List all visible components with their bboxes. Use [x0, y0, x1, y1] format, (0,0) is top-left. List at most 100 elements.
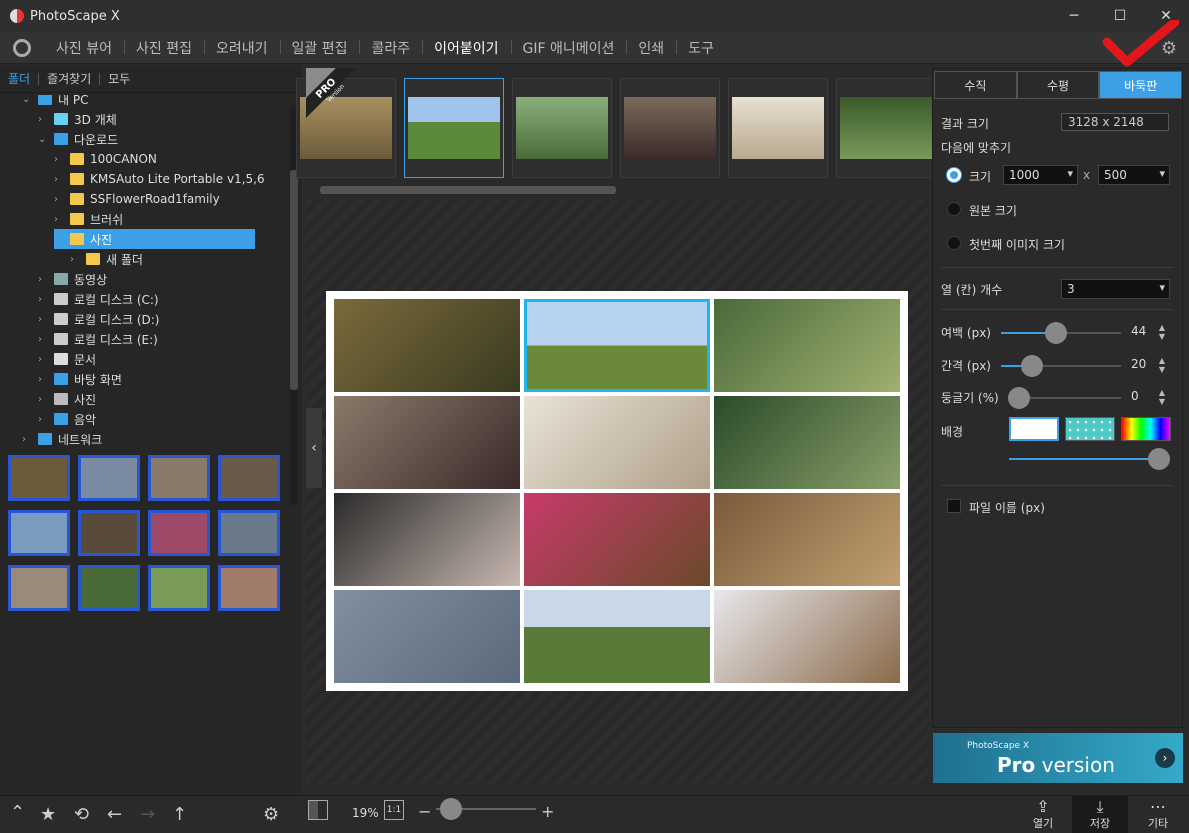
menu-print[interactable]: 인쇄 — [626, 38, 676, 58]
background-slider-knob[interactable] — [1148, 448, 1170, 470]
board-photo-cell[interactable] — [714, 299, 900, 392]
chevron-icon[interactable]: › — [54, 174, 66, 185]
chevron-icon[interactable]: › — [38, 294, 50, 305]
board-photo-cell[interactable] — [714, 396, 900, 489]
menu-photo-viewer[interactable]: 사진 뷰어 — [44, 38, 124, 58]
roundness-spin-arrows[interactable]: ▲ ▼ — [1157, 388, 1167, 406]
thumbnail[interactable] — [8, 455, 70, 501]
strip-scrollbar[interactable] — [320, 186, 616, 194]
first-image-size-radio[interactable] — [947, 236, 961, 250]
zoom-slider-knob[interactable] — [440, 798, 462, 820]
thumbnail[interactable] — [78, 510, 140, 556]
thumbnail[interactable] — [148, 455, 210, 501]
tree-item[interactable]: › 3D 개체 — [38, 109, 117, 129]
chevron-icon[interactable]: › — [54, 214, 66, 225]
original-size-radio[interactable] — [947, 202, 961, 216]
tree-item[interactable]: ⌄ 다운로드 — [38, 129, 118, 149]
roundness-slider-knob[interactable] — [1008, 387, 1030, 409]
tab-folders[interactable]: 폴더 — [0, 72, 40, 85]
star-icon[interactable]: ★ — [40, 804, 56, 825]
save-button[interactable]: ⤓ 저장 — [1072, 796, 1128, 833]
board-photo-cell[interactable] — [714, 590, 900, 683]
tree-item[interactable]: › 로컬 디스크 (E:) — [38, 329, 158, 349]
background-slider-track[interactable] — [1009, 458, 1157, 460]
columns-select[interactable]: 3 — [1061, 279, 1170, 299]
thumbnail[interactable] — [148, 510, 210, 556]
tree-item[interactable]: › 로컬 디스크 (D:) — [38, 309, 159, 329]
chevron-icon[interactable]: › — [38, 354, 50, 365]
spacing-slider-knob[interactable] — [1021, 355, 1043, 377]
thumbnail[interactable] — [8, 510, 70, 556]
spacing-value[interactable]: 20 — [1131, 357, 1146, 371]
board-photo-cell[interactable] — [334, 396, 520, 489]
open-button[interactable]: ⇪ 열기 — [1015, 796, 1071, 833]
home-icon[interactable] — [0, 38, 44, 57]
arrow-right-icon[interactable]: › — [1155, 748, 1175, 768]
strip-thumbnail[interactable] — [512, 78, 612, 178]
tree-item[interactable]: › 로컬 디스크 (C:) — [38, 289, 159, 309]
thumbnail[interactable] — [148, 565, 210, 611]
chevron-icon[interactable]: › — [38, 314, 50, 325]
strip-thumbnail[interactable] — [620, 78, 720, 178]
more-button[interactable]: ⋯ 기타 — [1130, 796, 1186, 833]
margin-value[interactable]: 44 — [1131, 324, 1146, 338]
minimize-button[interactable]: ─ — [1051, 0, 1097, 32]
tab-tile[interactable]: 바둑판 — [1099, 71, 1183, 99]
height-select[interactable]: 500 — [1098, 165, 1170, 185]
chevron-icon[interactable]: ⌄ — [38, 134, 50, 145]
board-photo-cell[interactable] — [524, 590, 710, 683]
tab-vertical[interactable]: 수직 — [934, 71, 1017, 99]
tree-item[interactable]: › 브러쉬 — [54, 209, 123, 229]
thumbnail[interactable] — [218, 565, 280, 611]
zoom-in-button[interactable]: + — [541, 802, 554, 821]
chevron-up-icon[interactable]: ⌃ — [10, 802, 25, 823]
menu-cut-out[interactable]: 오려내기 — [203, 38, 280, 58]
chevron-icon[interactable]: › — [38, 394, 50, 405]
actual-size-button[interactable]: 1:1 — [384, 800, 404, 820]
tree-item[interactable]: › 사진 — [54, 229, 255, 249]
board-photo-cell[interactable] — [524, 493, 710, 586]
arrow-up-icon[interactable]: ↑ — [172, 804, 187, 825]
chevron-icon[interactable]: › — [70, 254, 82, 265]
tab-horizontal[interactable]: 수평 — [1016, 71, 1100, 99]
margin-slider-knob[interactable] — [1045, 322, 1067, 344]
chevron-icon[interactable]: › — [38, 374, 50, 385]
settings-icon[interactable]: ⚙ — [263, 804, 279, 825]
pro-version-banner[interactable]: PhotoScape X Pro version › — [933, 733, 1183, 783]
chevron-icon[interactable]: ⌄ — [22, 95, 34, 105]
zoom-out-button[interactable]: − — [418, 802, 431, 821]
tab-favorites[interactable]: 즐겨찾기 — [39, 72, 101, 85]
collapse-left-button[interactable]: ‹ — [306, 408, 322, 488]
chevron-icon[interactable]: › — [22, 434, 34, 445]
chevron-icon[interactable]: › — [38, 274, 50, 285]
refresh-icon[interactable]: ⟲ — [74, 804, 89, 825]
board-photo-cell[interactable] — [714, 493, 900, 586]
tree-item[interactable]: › KMSAuto Lite Portable v1,5,6 — [54, 169, 265, 189]
tree-item[interactable]: › 바탕 화면 — [38, 369, 122, 389]
size-radio[interactable] — [947, 168, 961, 182]
chevron-icon[interactable]: › — [38, 414, 50, 425]
roundness-slider-track[interactable] — [1017, 397, 1121, 399]
menu-collage[interactable]: 콜라주 — [359, 38, 422, 58]
width-select[interactable]: 1000 — [1003, 165, 1078, 185]
menu-gif[interactable]: GIF 애니메이션 — [510, 38, 627, 58]
board-photo-cell[interactable] — [334, 590, 520, 683]
board-photo-cell[interactable] — [524, 396, 710, 489]
background-color-swatch[interactable] — [1121, 417, 1171, 441]
thumbnail[interactable] — [78, 565, 140, 611]
background-white-swatch[interactable] — [1009, 417, 1059, 441]
tree-item[interactable]: › 동영상 — [38, 269, 107, 289]
strip-thumbnail[interactable] — [404, 78, 504, 178]
thumbnail[interactable] — [218, 510, 280, 556]
menu-combine[interactable]: 이어붙이기 — [422, 38, 510, 58]
tab-all[interactable]: 모두 — [100, 73, 138, 85]
tree-item[interactable]: › 네트워크 — [22, 429, 102, 449]
roundness-value[interactable]: 0 — [1131, 389, 1139, 403]
tree-item[interactable]: › 사진 — [38, 389, 96, 409]
menu-photo-editor[interactable]: 사진 편집 — [123, 38, 204, 58]
arrow-left-icon[interactable]: ← — [107, 804, 122, 825]
chevron-icon[interactable]: › — [38, 334, 50, 345]
spacing-spin-arrows[interactable]: ▲ ▼ — [1157, 356, 1167, 374]
arrow-right-disabled-icon[interactable]: → — [140, 804, 155, 825]
chevron-icon[interactable]: › — [38, 114, 50, 125]
